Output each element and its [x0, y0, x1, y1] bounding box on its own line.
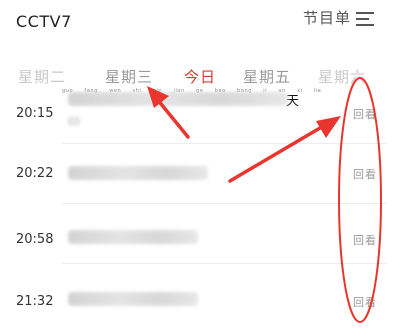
program-time: 21:32: [16, 294, 54, 309]
program-time: 20:58: [16, 232, 54, 247]
blurred-program-title: [68, 92, 288, 106]
channel-title: CCTV7: [16, 12, 72, 31]
menu-icon[interactable]: [356, 10, 374, 28]
schedule-row[interactable]: 20:22 回看: [0, 144, 399, 204]
replay-button[interactable]: 回看: [353, 294, 377, 310]
replay-button[interactable]: 回看: [353, 106, 377, 122]
blurred-program-title: [68, 166, 208, 180]
blurred-program-subtitle: [68, 116, 80, 126]
program-time: 20:15: [16, 106, 54, 121]
blurred-program-title: [68, 292, 198, 306]
schedule-row[interactable]: 21:32 回看: [0, 264, 399, 324]
program-list-button[interactable]: 节目单: [303, 7, 351, 28]
blurred-program-title: [68, 230, 198, 244]
replay-button[interactable]: 回看: [353, 232, 377, 248]
program-time: 20:22: [16, 166, 54, 181]
schedule-row[interactable]: 20:58 回看: [0, 204, 399, 264]
replay-button[interactable]: 回看: [353, 166, 377, 182]
schedule-row[interactable]: 20:15 回看: [0, 84, 399, 144]
